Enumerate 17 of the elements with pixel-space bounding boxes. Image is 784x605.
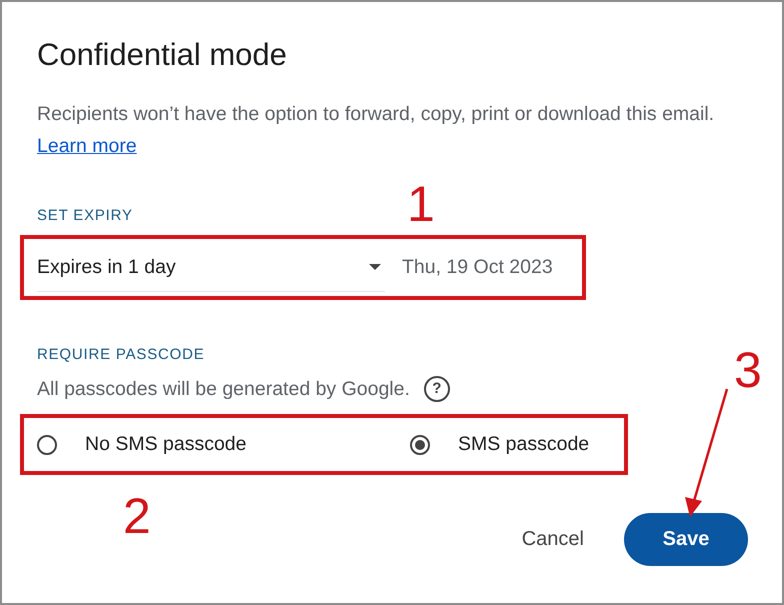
- annotation-number: 3: [734, 344, 762, 396]
- radio-option[interactable]: No SMS passcode: [37, 433, 410, 456]
- passcode-note: All passcodes will be generated by Google.: [37, 377, 410, 402]
- description: Recipients won’t have the option to forward, copy, print or download this email. Learn more: [37, 102, 716, 159]
- save-button[interactable]: Save: [624, 513, 748, 566]
- cancel-button[interactable]: Cancel: [522, 528, 584, 551]
- expiry-select[interactable]: Expires in 1 day: [37, 244, 385, 292]
- caret-icon: [369, 264, 381, 270]
- expiry-date: Thu, 19 Oct 2023: [402, 256, 553, 279]
- dialog-title: Confidential mode: [37, 36, 288, 74]
- section-heading: SET EXPIRY: [37, 206, 134, 226]
- section-heading: REQUIRE PASSCODE: [37, 345, 206, 365]
- radio-option[interactable]: SMS passcode: [410, 433, 610, 456]
- learn-more-link[interactable]: Learn more: [37, 135, 137, 157]
- annotation-number: 1: [407, 178, 435, 230]
- help-icon[interactable]: ?: [424, 376, 450, 402]
- annotation-number: 2: [123, 490, 151, 542]
